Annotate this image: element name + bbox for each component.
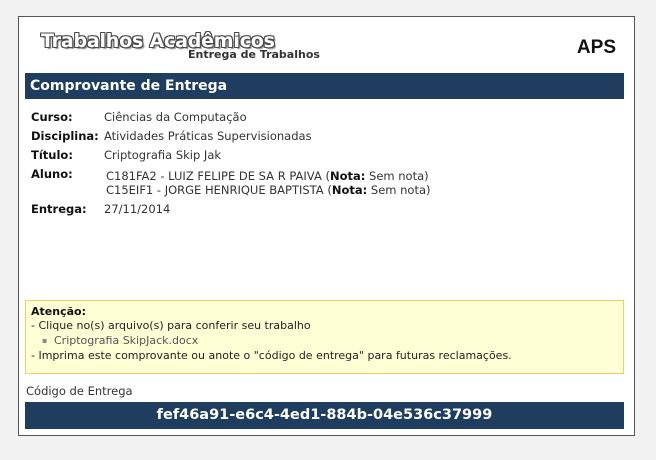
disciplina-row: Disciplina: Atividades Práticas Supervis… xyxy=(31,129,431,143)
attention-box: Atenção: - Clique no(s) arquivo(s) para … xyxy=(25,300,624,374)
file-link[interactable]: Criptografia SkipJack.docx xyxy=(42,333,623,348)
aluno-name: C15EIF1 - JORGE HENRIQUE BAPTISTA xyxy=(106,183,324,197)
delivery-code: fef46a91-e6c4-4ed1-884b-04e536c37999 xyxy=(25,402,624,429)
titulo-value: Criptografia Skip Jak xyxy=(104,148,222,162)
curso-value: Ciências da Computação xyxy=(104,110,247,124)
curso-row: Curso: Ciências da Computação xyxy=(31,110,431,124)
curso-label: Curso: xyxy=(31,110,73,124)
logo: Trabalhos Acadêmicos Entrega de Trabalho… xyxy=(41,31,320,61)
aluno-row: Aluno: C181FA2 - LUIZ FELIPE DE SA R PAI… xyxy=(31,167,431,197)
nota-label: Nota: xyxy=(329,169,366,183)
titulo-row: Título: Criptografia Skip Jak xyxy=(31,148,431,162)
nota-value: Sem nota) xyxy=(370,183,431,197)
disciplina-value: Atividades Práticas Supervisionadas xyxy=(104,129,312,143)
details-block: Curso: Ciências da Computação Disciplina… xyxy=(31,110,431,221)
attention-title: Atenção: xyxy=(31,305,86,318)
entrega-value: 27/11/2014 xyxy=(104,202,171,216)
nota-value: Sem nota) xyxy=(369,169,429,183)
aluno-label: Aluno: xyxy=(31,167,73,181)
disciplina-label: Disciplina: xyxy=(31,129,99,143)
titulo-label: Título: xyxy=(31,148,73,162)
aluno-item: C15EIF1 - JORGE HENRIQUE BAPTISTA (Nota:… xyxy=(106,183,431,197)
nota-label: Nota: xyxy=(331,183,368,197)
logo-subtitle: Entrega de Trabalhos xyxy=(188,48,320,61)
attention-line-1: - Clique no(s) arquivo(s) para conferir … xyxy=(31,319,311,332)
aluno-item: C181FA2 - LUIZ FELIPE DE SA R PAIVA (Not… xyxy=(106,169,431,183)
aps-badge: APS xyxy=(576,37,616,58)
entrega-row: Entrega: 27/11/2014 xyxy=(31,202,431,216)
section-title: Comprovante de Entrega xyxy=(25,73,624,99)
entrega-label: Entrega: xyxy=(31,202,87,216)
attention-line-2: - Imprima este comprovante ou anote o "c… xyxy=(31,349,512,362)
receipt-card: Trabalhos Acadêmicos Entrega de Trabalho… xyxy=(18,16,635,436)
code-label: Código de Entrega xyxy=(26,384,133,398)
aluno-name: C181FA2 - LUIZ FELIPE DE SA R PAIVA xyxy=(106,169,322,183)
aluno-list: C181FA2 - LUIZ FELIPE DE SA R PAIVA (Not… xyxy=(104,167,431,197)
